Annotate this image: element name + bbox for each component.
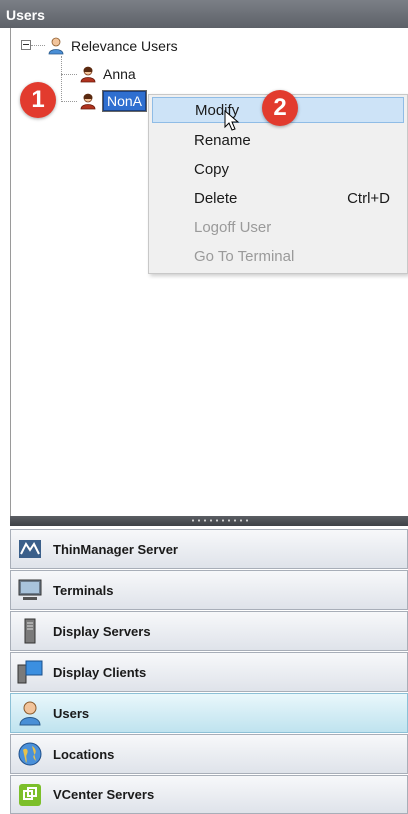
nav-label: Display Clients bbox=[53, 664, 147, 680]
panel-header: Users bbox=[0, 0, 408, 28]
terminal-icon bbox=[18, 579, 42, 600]
globe-icon bbox=[18, 742, 42, 766]
nav-label: ThinManager Server bbox=[53, 541, 178, 557]
nav-users[interactable]: Users bbox=[10, 693, 408, 733]
menu-item-logoff-user: Logoff User bbox=[152, 214, 404, 240]
user-icon bbox=[80, 66, 96, 83]
tree-connector bbox=[31, 45, 45, 46]
tree-node-user[interactable]: Anna bbox=[79, 64, 136, 84]
menu-item-delete[interactable]: Delete Ctrl+D bbox=[152, 185, 404, 211]
tree-node-user-selected[interactable]: NonA bbox=[79, 90, 148, 112]
tree-root-label: Relevance Users bbox=[71, 38, 178, 54]
tree-connector bbox=[61, 56, 62, 102]
display-client-icon bbox=[17, 660, 43, 684]
rename-edit-field[interactable]: NonA bbox=[101, 90, 148, 112]
nav-terminals[interactable]: Terminals bbox=[10, 570, 408, 610]
nav-locations[interactable]: Locations bbox=[10, 734, 408, 774]
mouse-pointer-icon bbox=[224, 110, 240, 131]
tree-root-node[interactable]: Relevance Users bbox=[47, 36, 178, 56]
nav-label: Display Servers bbox=[53, 623, 151, 639]
splitter-grip[interactable] bbox=[190, 519, 252, 522]
menu-item-rename[interactable]: Rename bbox=[152, 127, 404, 153]
step-badge-2: 2 bbox=[262, 90, 298, 126]
menu-item-label: Rename bbox=[194, 131, 251, 149]
user-icon bbox=[19, 701, 41, 726]
collapse-toggle[interactable] bbox=[21, 40, 31, 50]
menu-item-label: Delete bbox=[194, 189, 238, 207]
nav-label: Terminals bbox=[53, 582, 114, 598]
vcenter-icon bbox=[19, 783, 41, 806]
nav-display-servers[interactable]: Display Servers bbox=[10, 611, 408, 651]
panel-title: Users bbox=[6, 7, 45, 23]
panel-splitter[interactable] bbox=[10, 516, 408, 526]
menu-item-go-to-terminal: Go To Terminal bbox=[152, 243, 404, 269]
menu-item-copy[interactable]: Copy bbox=[152, 156, 404, 182]
nav-display-clients[interactable]: Display Clients bbox=[10, 652, 408, 692]
nav-label: Locations bbox=[53, 746, 115, 762]
user-icon bbox=[80, 93, 96, 110]
display-server-icon bbox=[24, 618, 36, 644]
tree-node-label: Anna bbox=[103, 66, 136, 82]
menu-item-label: Go To Terminal bbox=[194, 247, 295, 265]
thinmanager-server-icon bbox=[19, 540, 41, 558]
tree-connector bbox=[61, 74, 77, 75]
nav-thinmanager-server[interactable]: ThinManager Server bbox=[10, 529, 408, 569]
nav-label: VCenter Servers bbox=[53, 787, 155, 802]
menu-shortcut: Ctrl+D bbox=[347, 189, 390, 207]
user-group-icon bbox=[48, 37, 64, 55]
nav-vcenter-servers[interactable]: VCenter Servers bbox=[10, 775, 408, 814]
menu-item-label: Copy bbox=[194, 160, 230, 178]
tree-connector bbox=[61, 101, 77, 102]
nav-label: Users bbox=[53, 705, 90, 721]
menu-item-label: Logoff User bbox=[194, 218, 272, 236]
step-badge-1: 1 bbox=[20, 82, 56, 118]
